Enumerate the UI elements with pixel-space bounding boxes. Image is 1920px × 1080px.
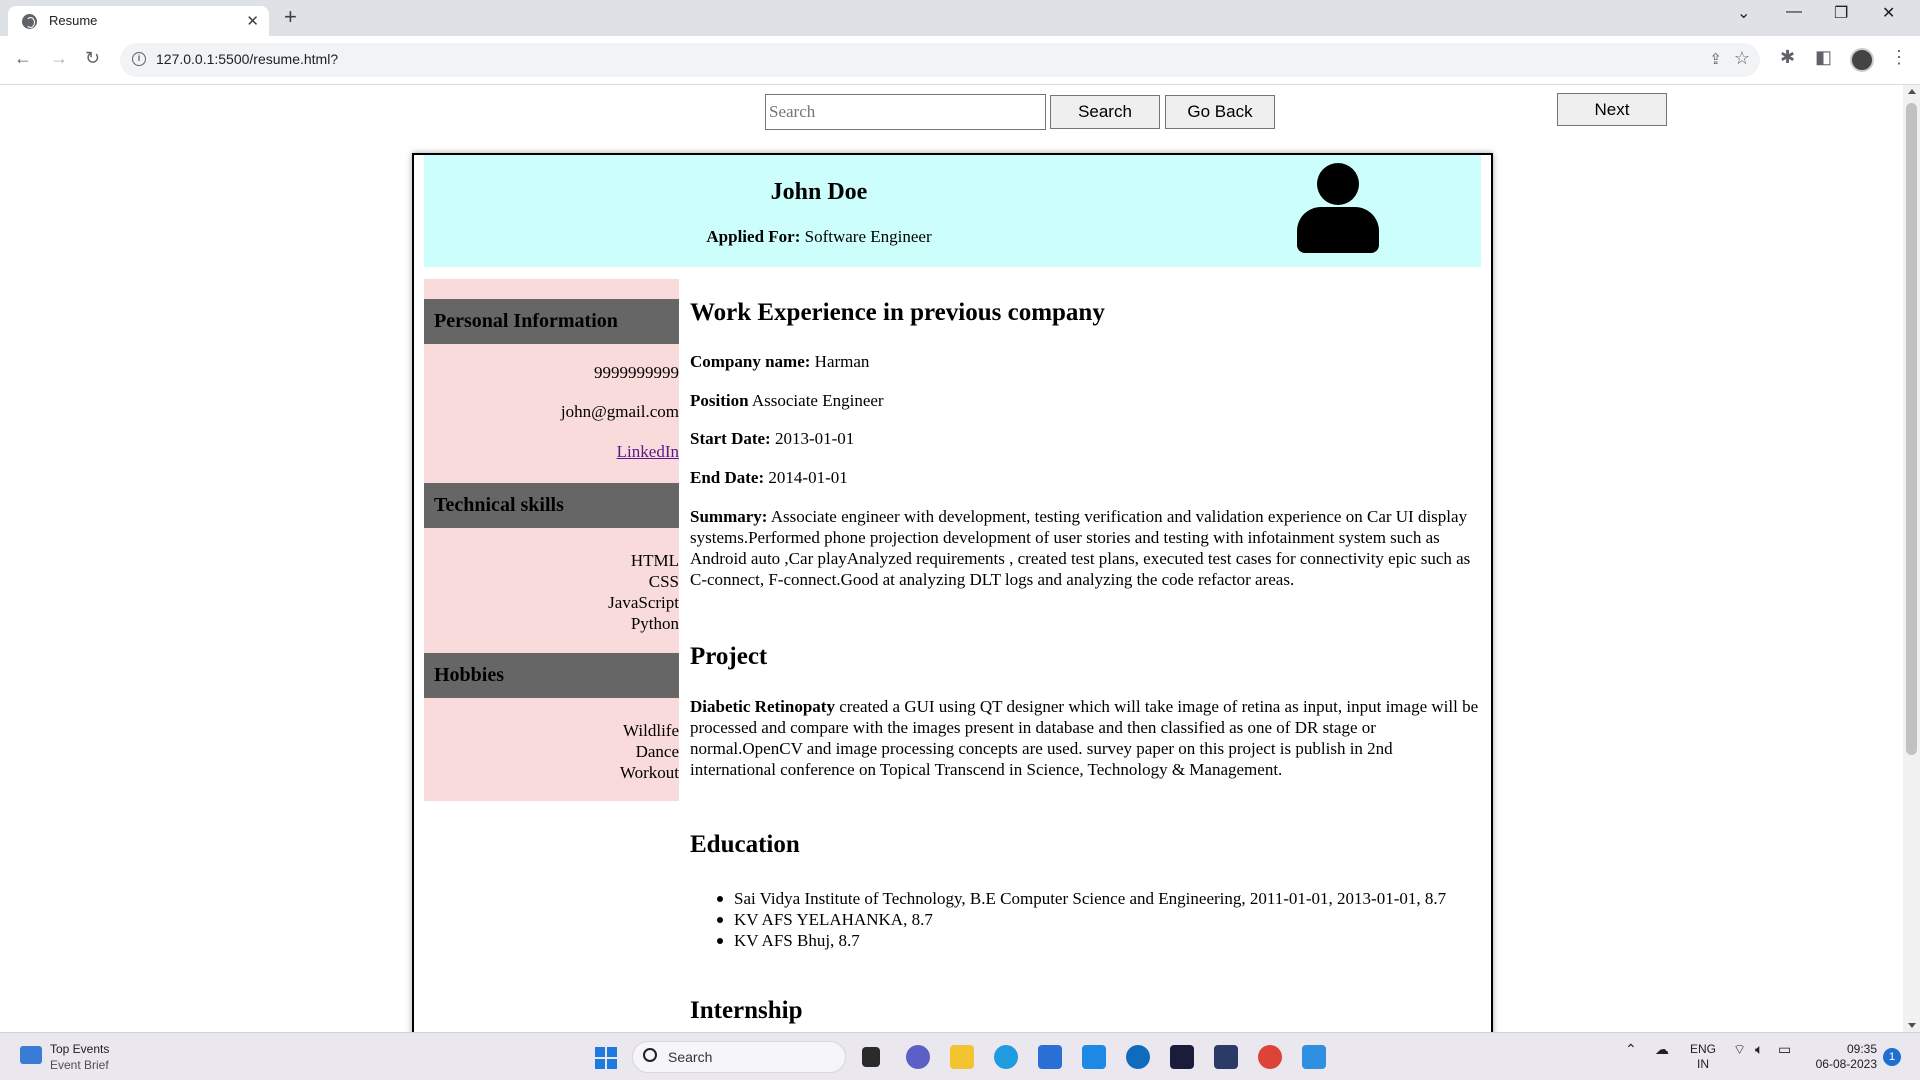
skill-item: HTML — [630, 551, 679, 570]
phone-number: 9999999999 — [594, 363, 679, 382]
wifi-icon[interactable]: ⌔ — [1733, 1042, 1746, 1057]
person-icon — [1297, 163, 1379, 253]
tab-strip: Resume ✕ + ⌄ — ❐ ✕ — [0, 0, 1920, 36]
resume-header: John Doe Applied For: Software Engineer — [424, 155, 1481, 267]
internship-heading: Internship — [690, 997, 803, 1024]
new-tab-icon[interactable]: + — [284, 4, 297, 30]
education-list: Sai Vidya Institute of Technology, B.E C… — [690, 888, 1480, 951]
volume-icon[interactable]: 🔈︎ — [1755, 1042, 1763, 1057]
language-indicator[interactable]: ENG IN — [1690, 1042, 1716, 1072]
technical-skills-heading: Technical skills — [424, 483, 679, 528]
applied-value: Software Engineer — [804, 227, 932, 246]
tab-title: Resume — [49, 13, 98, 28]
restore-icon[interactable]: ❐ — [1834, 3, 1848, 23]
widgets-icon[interactable] — [20, 1046, 42, 1064]
browser-toolbar: ← → ↻ i 127.0.0.1:5500/resume.html? ⇪ ☆ … — [0, 36, 1920, 85]
menu-icon[interactable]: ⋮ — [1890, 47, 1908, 68]
hobbies-heading: Hobbies — [424, 653, 679, 698]
start-date-field: Start Date: 2013-01-01 — [690, 429, 855, 448]
position-field: Position Associate Engineer — [690, 391, 884, 410]
windows-start-icon[interactable] — [595, 1047, 617, 1069]
project-paragraph: Diabetic Retinopaty created a GUI using … — [690, 697, 1479, 779]
site-info-icon[interactable]: i — [132, 52, 146, 66]
close-window-icon[interactable]: ✕ — [1882, 3, 1895, 23]
db-tool-icon[interactable] — [1214, 1045, 1238, 1069]
mail-icon[interactable] — [1038, 1045, 1062, 1069]
work-experience-heading: Work Experience in previous company — [690, 299, 1105, 326]
email-address: john@gmail.com — [560, 402, 679, 421]
scroll-up-icon[interactable] — [1908, 89, 1916, 94]
company-field: Company name: Harman — [690, 352, 870, 371]
file-explorer-icon[interactable] — [950, 1045, 974, 1069]
linkedin-link[interactable]: LinkedIn — [617, 442, 679, 462]
candidate-name: John Doe — [770, 179, 868, 205]
applied-for: Applied For: Software Engineer — [424, 227, 1214, 247]
go-back-button[interactable]: Go Back — [1165, 95, 1275, 129]
widget-title[interactable]: Top Events — [50, 1042, 109, 1056]
taskbar-search-text: Search — [668, 1049, 713, 1065]
profile-avatar[interactable] — [1850, 48, 1874, 72]
teams-chat-icon[interactable] — [906, 1045, 930, 1069]
chrome-icon[interactable] — [1258, 1045, 1282, 1069]
resume-sidebar: Personal Information 9999999999 john@gma… — [424, 279, 679, 801]
minimize-icon[interactable]: — — [1786, 3, 1802, 21]
personal-info-heading: Personal Information — [424, 299, 679, 344]
url-text[interactable]: 127.0.0.1:5500/resume.html? — [156, 51, 338, 67]
tray-overflow-icon[interactable]: ⌃ — [1625, 1042, 1637, 1057]
skill-item: Python — [630, 614, 679, 633]
onedrive-icon[interactable]: ☁ — [1655, 1042, 1669, 1057]
battery-icon[interactable]: ▭ — [1778, 1042, 1791, 1057]
search-input[interactable] — [765, 94, 1046, 130]
extensions-icon[interactable]: ✱ — [1780, 47, 1795, 68]
project-heading: Project — [690, 643, 768, 670]
page-viewport: Search Go Back Next John Doe Applied For… — [0, 85, 1903, 1032]
vscode-icon[interactable] — [1302, 1045, 1326, 1069]
education-heading: Education — [690, 831, 800, 858]
page-scrollbar[interactable] — [1903, 85, 1920, 1032]
app-circle-icon[interactable] — [1126, 1045, 1150, 1069]
browser-tab[interactable]: Resume ✕ — [8, 6, 269, 36]
next-button[interactable]: Next — [1557, 93, 1667, 126]
resume-card: John Doe Applied For: Software Engineer … — [412, 153, 1493, 1032]
summary-paragraph: Summary: Associate engineer with develop… — [690, 507, 1471, 589]
skill-item: JavaScript — [608, 593, 679, 612]
edge-icon[interactable] — [994, 1045, 1018, 1069]
education-item: Sai Vidya Institute of Technology, B.E C… — [690, 888, 1480, 909]
taskbar-search[interactable]: Search — [632, 1041, 846, 1073]
hobby-item: Dance — [635, 742, 679, 761]
share-icon[interactable]: ⇪ — [1709, 50, 1722, 68]
globe-icon — [22, 14, 37, 29]
applied-label: Applied For: — [706, 227, 801, 246]
bookmark-star-icon[interactable]: ☆ — [1734, 48, 1750, 69]
app-l-icon[interactable] — [1082, 1045, 1106, 1069]
search-button[interactable]: Search — [1050, 95, 1160, 129]
education-item: KV AFS Bhuj, 8.7 — [690, 930, 1480, 951]
intellij-icon[interactable] — [1170, 1045, 1194, 1069]
widget-subtitle[interactable]: Event Brief — [50, 1058, 109, 1072]
hobby-item: Wildlife — [623, 721, 679, 740]
back-arrow-icon[interactable]: ← — [14, 48, 32, 69]
tab-search-icon[interactable]: ⌄ — [1737, 3, 1750, 23]
notification-badge[interactable]: 1 — [1883, 1048, 1901, 1066]
scroll-down-icon[interactable] — [1908, 1023, 1916, 1028]
reload-icon[interactable]: ↻ — [85, 48, 100, 69]
forward-arrow-icon[interactable]: → — [50, 48, 68, 69]
skill-item: CSS — [648, 572, 679, 591]
education-item: KV AFS YELAHANKA, 8.7 — [690, 909, 1480, 930]
task-view-icon[interactable] — [862, 1047, 880, 1067]
clock[interactable]: 09:35 06-08-2023 — [1812, 1042, 1877, 1072]
taskbar: Top Events Event Brief Search ⌃ ☁ ENG IN… — [0, 1032, 1920, 1080]
side-panel-icon[interactable]: ◧ — [1815, 47, 1832, 68]
hobby-item: Workout — [619, 763, 679, 782]
search-icon — [643, 1048, 657, 1062]
scroll-thumb[interactable] — [1906, 103, 1917, 755]
close-tab-icon[interactable]: ✕ — [246, 12, 259, 30]
end-date-field: End Date: 2014-01-01 — [690, 468, 848, 487]
address-bar[interactable]: i 127.0.0.1:5500/resume.html? ⇪ ☆ — [120, 43, 1760, 77]
